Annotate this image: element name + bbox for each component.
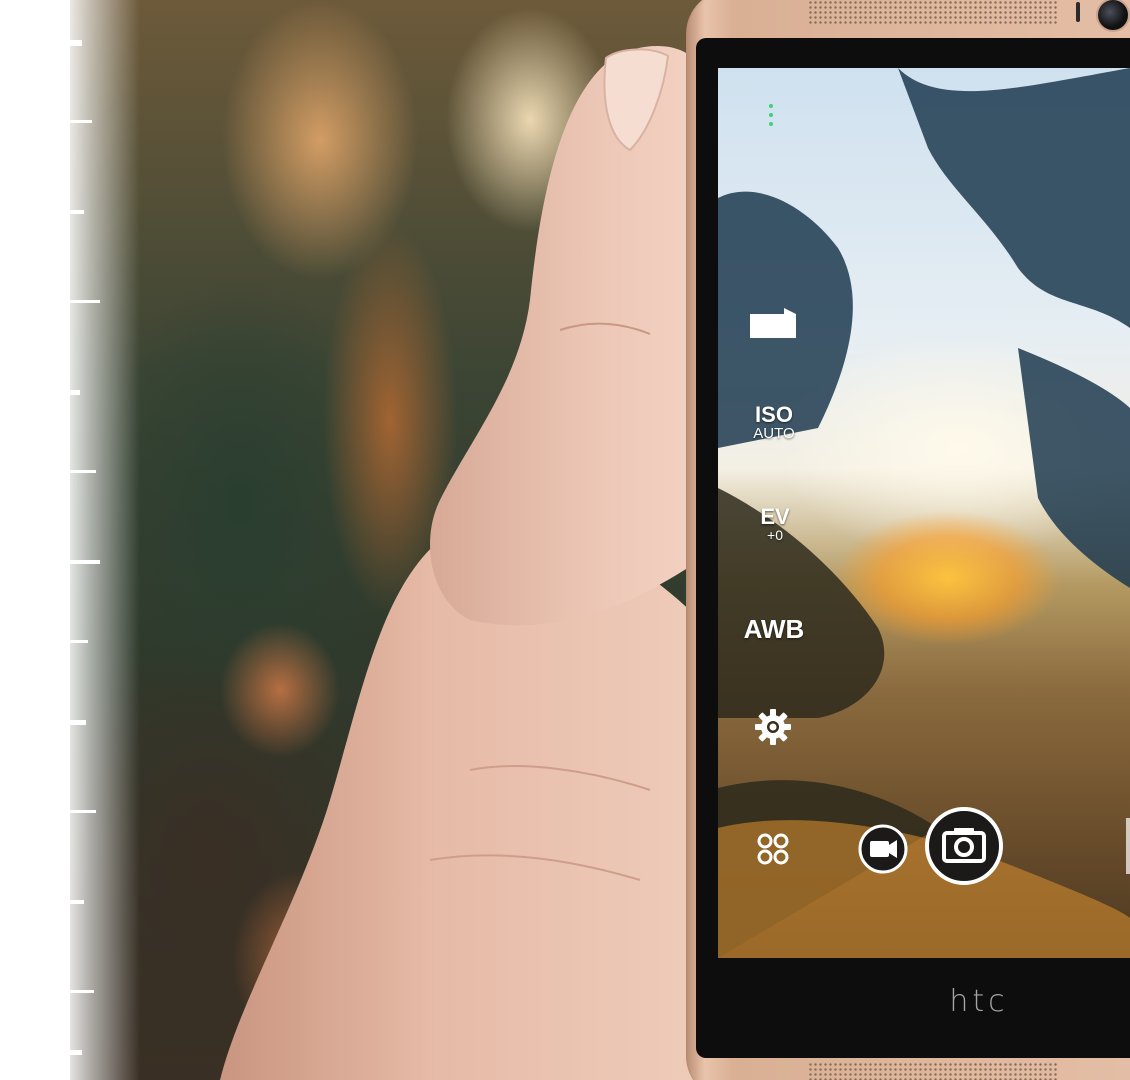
gear-icon[interactable] [754, 708, 792, 746]
iso-value: AUTO [753, 425, 795, 442]
awb-label: AWB [743, 614, 805, 644]
capture-mode-icon[interactable] [750, 308, 796, 338]
ev-value: +0 [767, 527, 783, 543]
camera-shutter-icon[interactable] [924, 806, 1004, 886]
awb-control[interactable]: AWB [738, 616, 810, 642]
ev-label: EV [760, 504, 790, 529]
phone-brand-logo: htc [949, 984, 1009, 1019]
bottom-speaker-grille [808, 1062, 1058, 1080]
top-speaker-grille [808, 0, 1058, 24]
photo-scene: ISO AUTO EV +0 AWB htc [0, 0, 1130, 1080]
front-camera-lens [1096, 0, 1130, 32]
iso-control[interactable]: ISO AUTO [748, 402, 800, 442]
modes-grid-icon[interactable] [756, 832, 790, 866]
gallery-edge-handle[interactable] [1126, 818, 1130, 874]
ev-control[interactable]: EV +0 [756, 504, 794, 543]
sensor-bar [1076, 2, 1080, 22]
menu-dots-icon[interactable] [768, 104, 774, 134]
video-camera-icon[interactable] [858, 824, 908, 874]
iso-label: ISO [755, 402, 793, 427]
camera-app-overlay: ISO AUTO EV +0 AWB [718, 68, 1130, 958]
